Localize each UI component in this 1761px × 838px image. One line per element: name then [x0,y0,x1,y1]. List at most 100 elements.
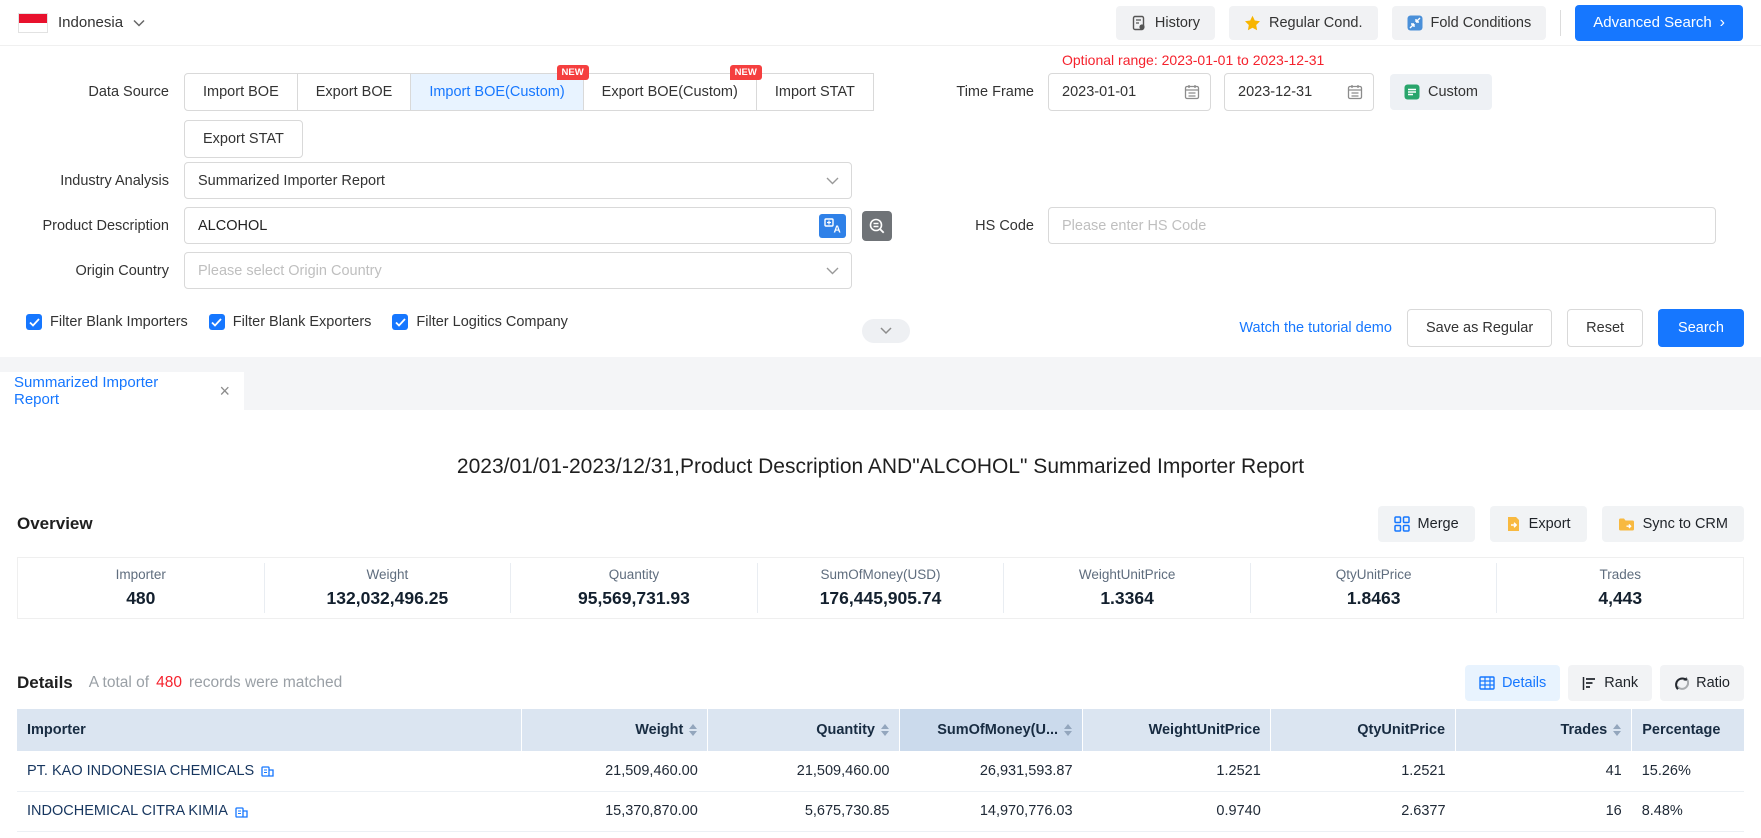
fold-conditions-label: Fold Conditions [1431,15,1532,31]
chevron-down-icon [880,327,892,335]
export-button[interactable]: Export [1490,506,1587,542]
sort-icon [1613,724,1621,736]
industry-analysis-select[interactable]: Summarized Importer Report [184,162,852,199]
date-from-input[interactable]: 2023-01-01 [1048,73,1211,111]
origin-country-label: Origin Country [14,252,169,290]
stat-weight-unit-price: WeightUnitPrice1.3364 [1003,563,1250,613]
overview-heading: Overview [17,514,93,534]
sync-folder-icon [1618,517,1635,532]
sort-icon [1064,724,1072,736]
overview-header: Overview Merge Export Sync to CRM [0,506,1761,542]
fold-conditions-button[interactable]: Fold Conditions [1392,6,1547,40]
filter-logistics-company-checkbox[interactable]: Filter Logitics Company [392,314,568,330]
svg-text:A: A [833,224,840,234]
custom-calendar-icon [1404,84,1420,100]
chevron-right-icon: › [1720,15,1725,31]
sort-icon [881,724,889,736]
stat-trades: Trades4,443 [1496,563,1743,613]
reset-button[interactable]: Reset [1567,309,1643,347]
stat-weight: Weight132,032,496.25 [264,563,511,613]
overview-actions: Merge Export Sync to CRM [1378,506,1744,542]
importer-name-link[interactable]: PT. KAO INDONESIA CHEMICALS [27,763,254,779]
optional-range-note: Optional range: 2023-01-01 to 2023-12-31 [1062,52,1324,68]
col-trades[interactable]: Trades [1456,709,1632,751]
col-importer: Importer [17,709,521,751]
importer-name-link[interactable]: INDOCHEMICAL CITRA KIMIA [27,803,228,819]
merge-label: Merge [1418,516,1459,532]
tutorial-link[interactable]: Watch the tutorial demo [1239,320,1392,336]
data-source-label: Data Source [14,73,169,111]
tab-summarized-importer-report[interactable]: Summarized Importer Report × [0,372,244,410]
company-icon[interactable] [235,805,248,818]
merge-icon [1394,516,1410,532]
hs-code-input[interactable] [1049,208,1715,243]
history-label: History [1155,15,1200,31]
tab-import-stat[interactable]: Import STAT [756,73,874,111]
topbar-divider [1560,10,1561,36]
filter-checkboxes: Filter Blank Importers Filter Blank Expo… [26,314,568,330]
regular-cond-button[interactable]: Regular Cond. [1229,6,1378,40]
tab-import-boe-custom[interactable]: Import BOE(Custom)NEW [410,73,583,111]
filter-panel: Optional range: 2023-01-01 to 2023-12-31… [0,46,1761,357]
tab-import-boe[interactable]: Import BOE [184,73,298,111]
checkbox-checked-icon [26,314,42,330]
time-frame-label: Time Frame [934,73,1034,111]
product-description-label: Product Description [14,207,169,245]
country-name: Indonesia [58,14,123,31]
view-switcher: Details Rank Ratio [1465,665,1744,701]
merge-button[interactable]: Merge [1378,506,1475,542]
table-row: PT. KAO INDONESIA CHEMICALS 21,509,460.0… [17,751,1744,791]
fuzzy-search-icon [868,217,886,235]
view-rank-button[interactable]: Rank [1568,665,1652,701]
custom-range-button[interactable]: Custom [1390,74,1492,110]
company-icon[interactable] [261,764,274,777]
topbar: Indonesia History Regular Cond. Fold Con… [0,0,1761,46]
tab-export-boe[interactable]: Export BOE [297,73,412,111]
details-heading: Details [17,673,73,693]
stat-qty-unit-price: QtyUnitPrice1.8463 [1250,563,1497,613]
industry-analysis-label: Industry Analysis [14,162,169,200]
tab-export-boe-custom[interactable]: Export BOE(Custom)NEW [583,73,757,111]
hs-code-label: HS Code [934,207,1034,245]
indonesia-flag-icon [18,13,48,33]
export-label: Export [1529,516,1571,532]
star-icon [1244,15,1261,31]
translate-icon[interactable]: A [819,214,846,238]
regular-cond-label: Regular Cond. [1269,15,1363,31]
origin-country-select[interactable]: Please select Origin Country [184,252,852,289]
calendar-icon [1184,84,1200,100]
details-table: Importer Weight Quantity SumOfMoney(U...… [17,709,1744,832]
close-icon[interactable]: × [219,382,230,400]
country-selector[interactable]: Indonesia [18,13,145,33]
stat-quantity: Quantity95,569,731.93 [510,563,757,613]
filter-blank-importers-checkbox[interactable]: Filter Blank Importers [26,314,188,330]
view-details-button[interactable]: Details [1465,665,1560,701]
hs-code-field [1048,207,1716,244]
table-header-row: Importer Weight Quantity SumOfMoney(U...… [17,709,1744,751]
advanced-search-label: Advanced Search [1593,14,1711,31]
ratio-icon [1674,676,1689,691]
advanced-search-button[interactable]: Advanced Search › [1575,5,1743,41]
save-as-regular-button[interactable]: Save as Regular [1407,309,1552,347]
product-description-input[interactable] [185,208,819,243]
sync-to-crm-button[interactable]: Sync to CRM [1602,506,1744,542]
table-row: INDOCHEMICAL CITRA KIMIA 15,370,870.00 5… [17,791,1744,831]
chevron-down-icon [133,19,145,27]
tab-export-stat[interactable]: Export STAT [184,120,303,158]
col-weight[interactable]: Weight [521,709,708,751]
history-icon [1131,15,1147,31]
view-ratio-button[interactable]: Ratio [1660,665,1744,701]
expand-filters-button[interactable] [862,319,910,343]
chevron-down-icon [826,267,839,275]
table-icon [1479,676,1495,690]
report-title: 2023/01/01-2023/12/31,Product Descriptio… [0,455,1761,479]
col-quantity[interactable]: Quantity [708,709,900,751]
col-sum-of-money[interactable]: SumOfMoney(U... [900,709,1083,751]
search-button[interactable]: Search [1658,309,1744,347]
filter-blank-exporters-checkbox[interactable]: Filter Blank Exporters [209,314,372,330]
checkbox-checked-icon [392,314,408,330]
details-header: Details A total of480records were matche… [0,665,1761,701]
history-button[interactable]: History [1116,6,1215,40]
fuzzy-search-button[interactable] [862,211,892,241]
date-to-input[interactable]: 2023-12-31 [1224,73,1374,111]
